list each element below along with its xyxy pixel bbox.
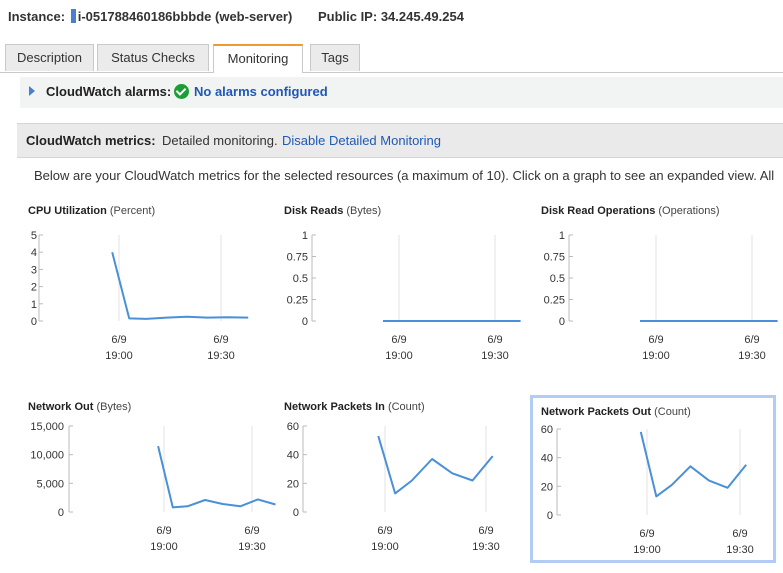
y-tick-label: 0 xyxy=(547,510,553,522)
y-tick-label: 0.75 xyxy=(544,252,565,264)
metrics-mode-text: Detailed monitoring. xyxy=(162,133,278,148)
x-tick-time: 19:30 xyxy=(472,541,500,553)
x-tick-date: 6/9 xyxy=(213,334,228,346)
x-tick-date: 6/9 xyxy=(744,334,759,346)
x-tick-date: 6/9 xyxy=(156,525,171,537)
chart-svg: 5 4 3 2 1 0 6/9 19:00 6/9 19:30 xyxy=(31,230,249,362)
y-tick-label: 1 xyxy=(31,299,37,311)
instance-header: Instance: i-051788460186bbbde (web-serve… xyxy=(8,9,464,24)
y-tick-label: 60 xyxy=(287,421,299,433)
x-tick-time: 19:30 xyxy=(481,350,509,362)
check-circle-icon xyxy=(174,84,189,99)
chart-network-packets-in[interactable]: Network Packets In (Count) 60 40 20 0 6/9 19:0… xyxy=(284,401,529,571)
x-tick-date: 6/9 xyxy=(377,525,392,537)
y-tick-label: 1 xyxy=(302,230,308,242)
chart-svg: 15,000 10,000 5,000 0 6/9 19:00 6/9 19:30 xyxy=(30,421,276,553)
cloudwatch-alarms-bar: CloudWatch alarms: No alarms configured xyxy=(20,77,783,108)
chart-svg: 60 40 20 0 6/9 19:00 6/9 19:30 xyxy=(541,424,754,556)
x-tick-time: 19:00 xyxy=(150,541,178,553)
y-tick-label: 0 xyxy=(31,316,37,328)
chart-disk-read-operations[interactable]: Disk Read Operations (Operations) 1 0.75 0.… xyxy=(541,205,783,375)
y-tick-label: 40 xyxy=(541,453,553,465)
instance-color-swatch xyxy=(70,9,76,23)
y-tick-label: 0.75 xyxy=(287,252,308,264)
y-tick-label: 0.5 xyxy=(550,273,565,285)
cloudwatch-metrics-header: CloudWatch metrics: Detailed monitoring.… xyxy=(17,123,783,158)
metrics-label: CloudWatch metrics: xyxy=(26,133,156,148)
y-tick-label: 4 xyxy=(31,247,37,259)
chart-network-packets-out[interactable]: Network Packets Out (Count) 60 40 20 0 6/9 19:… xyxy=(530,395,776,563)
x-tick-time: 19:30 xyxy=(738,350,766,362)
x-tick-time: 19:00 xyxy=(371,541,399,553)
metrics-intro-text: Below are your CloudWatch metrics for th… xyxy=(34,168,775,183)
chart-disk-reads[interactable]: Disk Reads (Bytes) 1 0.75 0.5 0.25 0 6/9 19:00 6… xyxy=(284,205,529,375)
x-tick-date: 6/9 xyxy=(648,334,663,346)
y-tick-label: 1 xyxy=(559,230,565,242)
y-tick-label: 20 xyxy=(287,478,299,490)
y-tick-label: 40 xyxy=(287,450,299,462)
x-tick-date: 6/9 xyxy=(487,334,502,346)
chart-svg: 1 0.75 0.5 0.25 0 6/9 19:00 6/9 19:30 xyxy=(544,230,778,362)
chart-svg: 1 0.75 0.5 0.25 0 6/9 19:00 6/9 19:30 xyxy=(287,230,521,362)
x-tick-time: 19:30 xyxy=(726,544,754,556)
y-tick-label: 0.25 xyxy=(544,295,565,307)
tab-monitoring[interactable]: Monitoring xyxy=(213,44,303,73)
series-line xyxy=(639,431,747,498)
expand-caret-icon[interactable] xyxy=(29,86,35,96)
y-tick-label: 2 xyxy=(31,282,37,294)
disable-detailed-monitoring-link[interactable]: Disable Detailed Monitoring xyxy=(282,133,441,148)
chart-svg: 60 40 20 0 6/9 19:00 6/9 19:30 xyxy=(287,421,500,553)
x-tick-time: 19:00 xyxy=(385,350,413,362)
y-tick-label: 0 xyxy=(559,316,565,328)
y-tick-label: 0 xyxy=(302,316,308,328)
y-tick-label: 10,000 xyxy=(30,450,64,462)
tab-status-checks[interactable]: Status Checks xyxy=(97,44,209,71)
y-tick-label: 0 xyxy=(58,507,64,519)
alarms-status-link[interactable]: No alarms configured xyxy=(194,84,328,99)
series-line xyxy=(377,435,494,495)
y-tick-label: 0 xyxy=(293,507,299,519)
x-tick-date: 6/9 xyxy=(244,525,259,537)
y-tick-label: 20 xyxy=(541,481,553,493)
x-tick-date: 6/9 xyxy=(478,525,493,537)
chart-cpu-utilization[interactable]: CPU Utilization (Percent) 5 4 3 2 1 0 6/9 19:00 6… xyxy=(28,205,273,375)
y-tick-label: 0.25 xyxy=(287,295,308,307)
y-tick-label: 60 xyxy=(541,424,553,436)
x-tick-time: 19:00 xyxy=(105,350,133,362)
tab-description[interactable]: Description xyxy=(5,44,94,71)
instance-label: Instance: xyxy=(8,9,66,24)
y-tick-label: 0.5 xyxy=(293,273,308,285)
y-tick-label: 5,000 xyxy=(36,478,64,490)
series-line xyxy=(157,445,276,509)
x-tick-time: 19:00 xyxy=(642,350,670,362)
x-tick-date: 6/9 xyxy=(639,528,654,540)
series-line xyxy=(111,251,249,320)
x-tick-date: 6/9 xyxy=(111,334,126,346)
public-ip-value: 34.245.49.254 xyxy=(380,9,464,24)
y-tick-label: 15,000 xyxy=(30,421,64,433)
x-tick-date: 6/9 xyxy=(732,528,747,540)
chart-network-out[interactable]: Network Out (Bytes) 15,000 10,000 5,000 0 6/9… xyxy=(28,401,276,571)
x-tick-time: 19:00 xyxy=(633,544,661,556)
x-tick-time: 19:30 xyxy=(238,541,266,553)
tab-tags[interactable]: Tags xyxy=(310,44,360,71)
instance-id: i-051788460186bbbde (web-server) xyxy=(77,9,293,24)
y-tick-label: 3 xyxy=(31,264,37,276)
public-ip-label: Public IP: xyxy=(317,9,378,24)
x-tick-time: 19:30 xyxy=(207,350,235,362)
alarms-label: CloudWatch alarms: xyxy=(46,84,172,99)
y-tick-label: 5 xyxy=(31,230,37,242)
x-tick-date: 6/9 xyxy=(391,334,406,346)
